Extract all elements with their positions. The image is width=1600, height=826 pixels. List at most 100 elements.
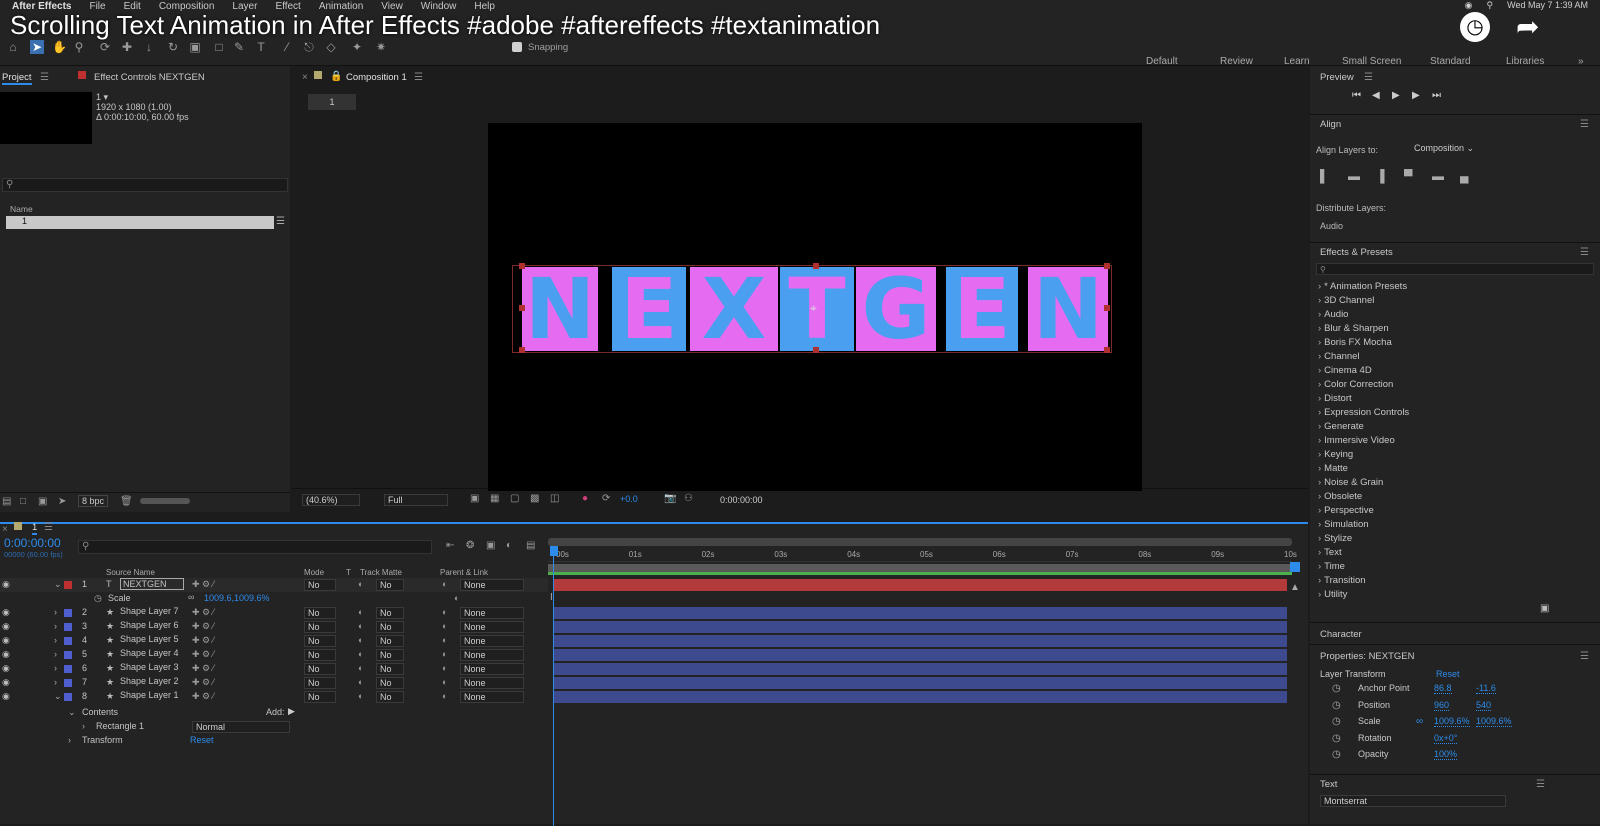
transparency-icon[interactable]: ▦ [490,493,499,504]
lock-icon[interactable]: 🔒 [330,71,342,82]
new-preset-icon[interactable]: ▣ [1540,603,1549,614]
switches-icon[interactable]: ✚ ⚙ ⁄ [192,621,214,632]
layer-name[interactable]: Shape Layer 5 [120,634,179,644]
align-to-dropdown[interactable]: Composition ⌄ [1414,143,1474,154]
property-value-1[interactable]: 960 [1434,700,1450,711]
visibility-eye-icon[interactable]: ◉ [2,579,10,590]
layer-row[interactable]: ◉ › 5 ★ Shape Layer 4 ✚ ⚙ ⁄ No ◐ No ◐ None [0,648,548,662]
panel-menu-icon[interactable]: ☰ [1580,247,1589,258]
track-matte-link-icon[interactable]: ◐ [358,663,363,673]
eraser-tool-icon[interactable]: ◇ [324,40,338,54]
property-value-2[interactable]: 540 [1476,700,1492,711]
parent-dropdown[interactable]: None [460,691,524,703]
property-value-1[interactable]: 100% [1434,749,1458,760]
constrain-link-icon[interactable]: ∞ [188,592,194,602]
panel-menu-icon[interactable]: ☰ [1536,779,1545,790]
parent-dropdown[interactable]: None [460,663,524,675]
pick-whip-icon[interactable]: ◐ [442,579,447,589]
first-frame-icon[interactable]: ⏮ [1352,90,1361,101]
effects-category[interactable]: › Stylize [1318,533,1352,544]
col-parent[interactable]: Parent & Link [440,568,488,577]
exposure-value[interactable]: +0.0 [620,494,638,504]
parent-dropdown[interactable]: None [460,621,524,633]
property-value-1[interactable]: 0x+0° [1434,733,1458,744]
effects-category[interactable]: › Transition [1318,575,1366,586]
wifi-icon[interactable]: ◉ [1465,0,1473,11]
effects-category[interactable]: › Noise & Grain [1318,477,1383,488]
folder-icon[interactable]: □ [20,496,26,507]
trash-icon[interactable]: 🗑 [120,496,133,507]
resolution-dropdown[interactable]: Full [384,494,448,506]
visibility-eye-icon[interactable]: ◉ [2,691,10,702]
visibility-eye-icon[interactable]: ◉ [2,635,10,646]
switches-icon[interactable]: ✚ ⚙ ⁄ [192,691,214,702]
expand-chevron-icon[interactable]: › [54,607,57,617]
draft-3d-icon[interactable]: ❂ [466,540,474,551]
snapping-checkbox[interactable] [512,42,522,52]
layer-transform-label[interactable]: Layer Transform [1320,669,1386,679]
label-color-swatch[interactable] [64,693,72,701]
panel-menu-icon[interactable]: ☰ [1364,72,1373,83]
panel-menu-icon[interactable]: ☰ [1580,651,1589,662]
roto-tool-icon[interactable]: ✦ [350,40,364,54]
label-color-swatch[interactable] [64,623,72,631]
zoom-tool-icon[interactable]: ⚲ [72,40,86,54]
mode-dropdown[interactable]: No [304,635,336,647]
label-color-swatch[interactable] [64,651,72,659]
switches-icon[interactable]: ✚ ⚙ ⁄ [192,579,214,590]
project-row-comp[interactable]: 1 [6,216,274,229]
work-area-bar[interactable] [548,538,1292,546]
transform-handle[interactable] [813,263,819,269]
layer-duration-bar[interactable] [553,649,1287,661]
track-matte-dropdown[interactable]: No [376,691,404,703]
expand-chevron-icon[interactable]: › [54,663,57,673]
rectangle-tool-icon[interactable]: □ [212,40,226,54]
bit-depth-button[interactable]: 8 bpc [78,495,109,507]
mode-dropdown[interactable]: No [304,607,336,619]
scale-value[interactable]: 1009.6,1009.6% [204,593,270,603]
shy-icon[interactable]: ▣ [486,540,495,551]
pick-whip-icon[interactable]: ◐ [442,621,447,631]
track-matte-dropdown[interactable]: No [376,649,404,661]
effects-category[interactable]: › Perspective [1318,505,1374,516]
reset-exposure-icon[interactable]: ⟳ [602,493,610,504]
render-icon[interactable]: ➤ [58,496,66,507]
property-value-2[interactable]: 1009.6% [1476,716,1512,727]
visibility-eye-icon[interactable]: ◉ [2,621,10,632]
layer-name[interactable]: Shape Layer 4 [120,648,179,658]
interpret-icon[interactable]: ▤ [2,496,11,507]
scale-property-row[interactable]: ◷ Scale ∞ 1009.6,1009.6% ◐ [0,592,548,606]
panel-menu-icon[interactable]: ☰ [40,72,49,83]
effects-category[interactable]: › Cinema 4D [1318,365,1372,376]
layer-row[interactable]: ◉ › 7 ★ Shape Layer 2 ✚ ⚙ ⁄ No ◐ No ◐ None [0,676,548,690]
layer-duration-bar[interactable] [553,579,1287,591]
tab-composition[interactable]: Composition 1 [346,72,407,83]
transform-handle[interactable] [813,347,819,353]
expand-chevron-icon[interactable]: ⌄ [54,691,62,702]
viewer-timecode[interactable]: 0:00:00:00 [720,495,763,505]
layer-row[interactable]: ◉ › 4 ★ Shape Layer 5 ✚ ⚙ ⁄ No ◐ No ◐ None [0,634,548,648]
orbit-tool-icon[interactable]: ⟳ [98,40,112,54]
close-tab-icon[interactable]: × [2,524,8,535]
align-top-icon[interactable]: ▀ [1404,169,1413,183]
visibility-eye-icon[interactable]: ◉ [2,607,10,618]
anchor-point-icon[interactable]: ⌖ [810,301,817,316]
frame-blend-icon[interactable]: ◐ [506,540,512,551]
align-left-icon[interactable]: ▌ [1320,169,1329,183]
layer-name[interactable]: Shape Layer 6 [120,620,179,630]
contents-row[interactable]: ⌄ Contents Add: ▶ [0,706,548,720]
work-area-end-handle[interactable] [1290,562,1300,572]
timeline-zoom-icon[interactable]: ▲ [1290,582,1300,593]
align-vcenter-icon[interactable]: ▬ [1432,169,1444,183]
pick-whip-icon[interactable]: ◐ [442,663,447,673]
expand-chevron-icon[interactable]: › [54,677,57,687]
stopwatch-icon[interactable]: ◷ [1332,683,1341,694]
tab-project[interactable]: Project [2,72,32,85]
col-track-matte[interactable]: Track Matte [360,568,402,577]
effects-category[interactable]: › Expression Controls [1318,407,1409,418]
type-tool-icon[interactable]: T [254,40,268,54]
track-matte-link-icon[interactable]: ◐ [358,691,363,701]
layer-duration-bar[interactable] [553,677,1287,689]
switches-icon[interactable]: ✚ ⚙ ⁄ [192,649,214,660]
stopwatch-icon[interactable]: ◷ [1332,733,1341,744]
